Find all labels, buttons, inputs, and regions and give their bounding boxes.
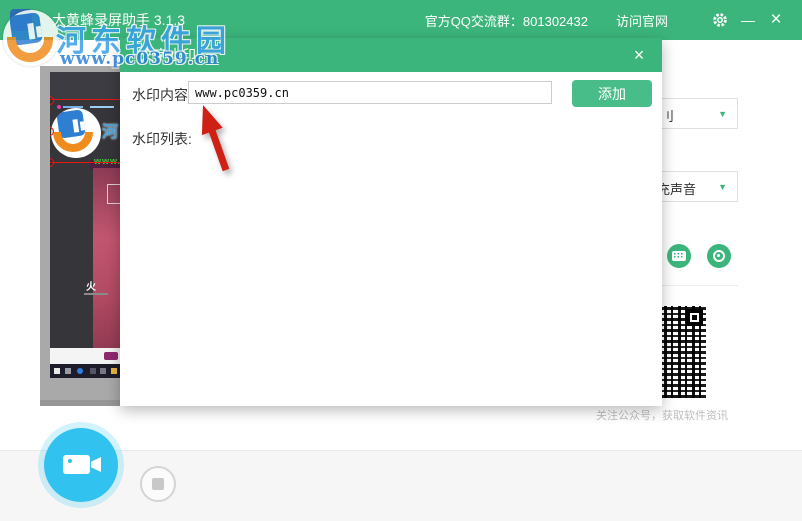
dialog-title: 文字水印 [140,47,196,63]
bottom-control-bar: 声音: [0,450,802,521]
text-watermark-dialog: 文字水印 × 水印内容: 添加 水印列表: [120,38,662,406]
thumbnail-frame [107,184,120,204]
close-icon: × [770,9,782,30]
taskbar-icon [90,368,96,374]
dialog-header: 文字水印 × [120,38,662,72]
hotkey-button[interactable] [667,244,691,268]
qr-caption: 关注公众号，获取软件资讯 [596,410,728,422]
capture-preview-panel: 火 河 www. [40,66,120,406]
panel-divider [660,285,738,286]
taskbar-browser-icon [77,368,83,374]
app-window: 大黄蜂录屏助手 3.1.3 官方QQ交流群：801302432 访问官网 — ×… [0,0,802,521]
title-bar: 大黄蜂录屏助手 3.1.3 官方QQ交流群：801302432 访问官网 — × [0,0,802,40]
visit-site-link[interactable]: 访问官网 [616,11,668,30]
record-button[interactable] [44,428,118,502]
video-camera-icon [63,455,90,474]
annotation-arrow [201,105,230,172]
capture-selection-rect[interactable] [50,99,120,163]
close-button[interactable]: × [764,8,788,32]
stop-icon [152,478,164,490]
dialog-close-button[interactable]: × [626,42,652,68]
taskbar-folder-icon [111,368,117,374]
qq-group-label: 官方QQ交流群：801302432 [424,13,588,29]
taskbar-icon [100,368,106,374]
app-logo-icon [10,9,32,31]
record-mode-value: 刂 [661,109,675,124]
stop-button[interactable] [140,466,176,502]
logo-orange-arc [6,37,56,66]
settings-button[interactable] [708,8,732,32]
minimize-button[interactable]: — [736,8,760,32]
selection-handle[interactable] [50,158,54,167]
preview-panel-footer [40,400,120,406]
thumbnail-subtext-bar [84,293,108,295]
thumbnail-top-area [50,72,120,99]
watermark-content-input[interactable] [188,81,552,104]
chevron-down-icon: ▼ [718,182,727,192]
webcam-icon [713,250,725,262]
watermark-content-label: 水印内容: [132,87,192,103]
camera-dot [68,459,72,463]
thumbnail-taskbar [50,364,120,378]
taskbar-icon [65,368,71,374]
camera-lens [91,457,101,472]
keyboard-icon [672,251,686,261]
webcam-button[interactable] [707,244,731,268]
screen-thumbnail: 火 河 www. [50,72,120,378]
watermark-list-label: 水印列表: [132,131,192,147]
add-watermark-button[interactable]: 添加 [572,80,652,107]
taskbar-start-icon [54,368,60,374]
minimize-icon: — [741,12,755,28]
app-title: 大黄蜂录屏助手 3.1.3 [52,12,186,28]
titlebar-actions: 官方QQ交流群：801302432 访问官网 — × [425,0,788,40]
close-icon: × [633,44,645,65]
thumbnail-hot-label: 火 [86,282,96,293]
chevron-down-icon: ▼ [718,109,727,119]
qr-finder [686,309,703,326]
sound-source-value: 充声音 [657,182,697,197]
gear-icon [713,13,727,27]
thumbnail-magenta-button [104,352,118,360]
